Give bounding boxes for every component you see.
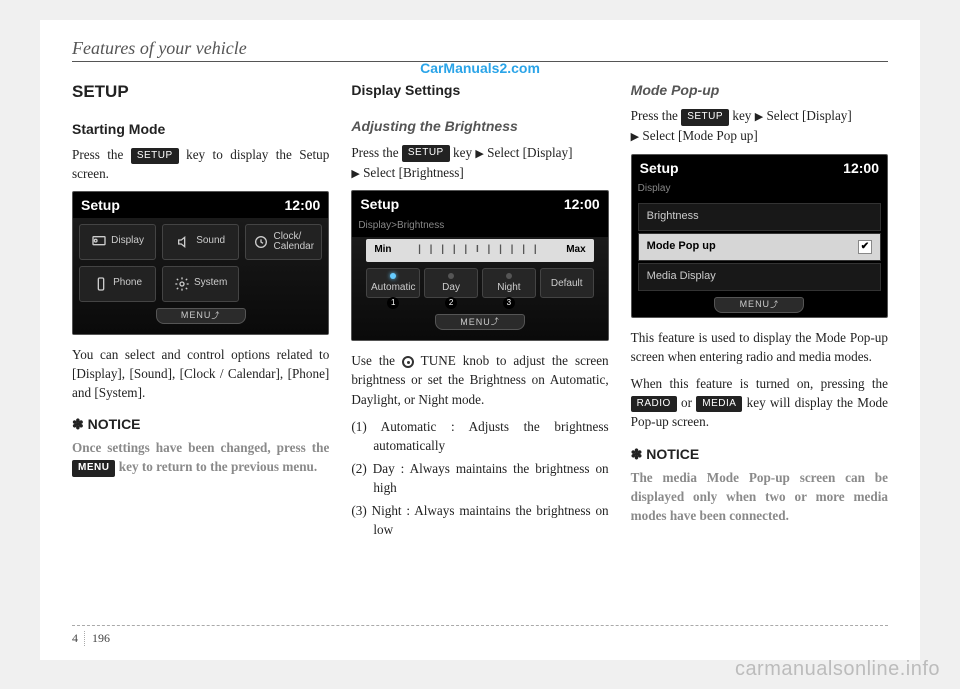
column-3: Mode Pop-up Press the SETUP key ▶ Select… bbox=[631, 74, 888, 544]
para-popup-desc: This feature is used to display the Mode… bbox=[631, 328, 888, 366]
shot3-breadcrumb: Display bbox=[632, 180, 887, 201]
triangle-icon: ▶ bbox=[351, 168, 359, 180]
tile-display[interactable]: Display bbox=[79, 224, 156, 260]
seg-day[interactable]: Day 2 bbox=[424, 268, 478, 299]
para-tune: Use the TUNE knob to adjust the screen b… bbox=[351, 351, 608, 408]
page-header: Features of your vehicle bbox=[72, 38, 888, 59]
phone-icon bbox=[93, 276, 109, 292]
watermark-top: CarManuals2.com bbox=[420, 60, 540, 76]
keycap-radio: RADIO bbox=[631, 396, 677, 413]
notice-body-2: The media Mode Pop-up screen can be disp… bbox=[631, 468, 888, 525]
para-popup-on: When this feature is turned on, pressing… bbox=[631, 374, 888, 432]
callout-2: 2 bbox=[445, 297, 457, 309]
slider-max: Max bbox=[566, 243, 585, 258]
shot3-menu[interactable]: MENU bbox=[714, 297, 804, 313]
screenshot-display-list: Setup 12:00 Display Brightness Mode Pop … bbox=[631, 154, 888, 318]
heading-adjust-brightness: Adjusting the Brightness bbox=[351, 116, 608, 136]
columns: SETUP Starting Mode Press the SETUP key … bbox=[72, 74, 888, 544]
seg-default[interactable]: Default bbox=[540, 268, 594, 299]
sound-icon bbox=[176, 234, 192, 250]
triangle-icon: ▶ bbox=[755, 111, 763, 123]
seg-automatic[interactable]: Automatic 1 bbox=[366, 268, 420, 299]
keycap-setup: SETUP bbox=[131, 148, 179, 165]
shot3-title: Setup bbox=[640, 158, 679, 178]
para-starting-mode: Press the SETUP key to display the Setup… bbox=[72, 145, 329, 183]
screenshot-setup-main: Setup 12:00 Display Sound bbox=[72, 191, 329, 334]
list-item: (1) Automatic : Adjusts the brightness a… bbox=[351, 417, 608, 455]
triangle-icon: ▶ bbox=[631, 131, 639, 143]
row-media-display[interactable]: Media Display bbox=[638, 263, 881, 291]
display-icon bbox=[91, 234, 107, 250]
callout-3: 3 bbox=[503, 297, 515, 309]
tile-system[interactable]: System bbox=[162, 266, 239, 302]
seg-night[interactable]: Night 3 bbox=[482, 268, 536, 299]
heading-mode-popup: Mode Pop-up bbox=[631, 80, 888, 100]
tile-clock[interactable]: Clock/ Calendar bbox=[245, 224, 322, 260]
shot2-breadcrumb: Display>Brightness bbox=[352, 217, 607, 238]
para-options: You can select and control options relat… bbox=[72, 345, 329, 402]
shot1-clock: 12:00 bbox=[285, 195, 321, 215]
column-2: Display Settings Adjusting the Brightnes… bbox=[351, 74, 608, 544]
list-item: (2) Day : Always maintains the brightnes… bbox=[351, 459, 608, 497]
tile-phone[interactable]: Phone bbox=[79, 266, 156, 302]
clock-icon bbox=[253, 234, 269, 250]
triangle-icon: ▶ bbox=[475, 148, 483, 160]
shot3-clock: 12:00 bbox=[843, 158, 879, 178]
keycap-media: MEDIA bbox=[696, 396, 742, 413]
heading-starting-mode: Starting Mode bbox=[72, 119, 329, 139]
shot1-menu[interactable]: MENU bbox=[156, 308, 246, 324]
list-item: (3) Night : Always maintains the brightn… bbox=[351, 501, 608, 539]
page-number: 196 bbox=[92, 631, 110, 645]
shot2-clock: 12:00 bbox=[564, 194, 600, 214]
watermark-bottom: carmanualsonline.info bbox=[735, 658, 940, 681]
gear-icon bbox=[174, 276, 190, 292]
shot1-title: Setup bbox=[81, 195, 120, 215]
row-brightness[interactable]: Brightness bbox=[638, 203, 881, 231]
shot2-title: Setup bbox=[360, 194, 399, 214]
slider-min: Min bbox=[374, 243, 391, 258]
chapter-number: 4 bbox=[72, 631, 85, 646]
notice-body-1: Once settings have been changed, press t… bbox=[72, 438, 329, 476]
screenshot-brightness: Setup 12:00 Display>Brightness Min | | |… bbox=[351, 190, 608, 341]
tile-sound[interactable]: Sound bbox=[162, 224, 239, 260]
para-popup-path: Press the SETUP key ▶ Select [Display] ▶… bbox=[631, 106, 888, 146]
manual-page: Features of your vehicle CarManuals2.com… bbox=[40, 20, 920, 660]
shot2-menu[interactable]: MENU bbox=[435, 314, 525, 330]
callout-1: 1 bbox=[387, 297, 399, 309]
row-mode-popup[interactable]: Mode Pop up ✔ bbox=[638, 233, 881, 261]
brightness-list: (1) Automatic : Adjusts the brightness a… bbox=[351, 417, 608, 540]
heading-setup: SETUP bbox=[72, 80, 329, 105]
keycap-setup-2: SETUP bbox=[402, 145, 450, 162]
brightness-slider[interactable]: Min | | | | | I | | | | | Max bbox=[366, 239, 593, 262]
footer-page-number: 4 196 bbox=[72, 631, 110, 646]
column-1: SETUP Starting Mode Press the SETUP key … bbox=[72, 74, 329, 544]
keycap-setup-3: SETUP bbox=[681, 109, 729, 126]
footer-rule bbox=[72, 625, 888, 626]
checkbox-checked-icon: ✔ bbox=[858, 240, 872, 254]
heading-display-settings: Display Settings bbox=[351, 80, 608, 100]
notice-heading-1: NOTICE bbox=[72, 414, 329, 434]
notice-heading-2: NOTICE bbox=[631, 444, 888, 464]
para-brightness-path: Press the SETUP key ▶ Select [Display] ▶… bbox=[351, 143, 608, 183]
keycap-menu: MENU bbox=[72, 460, 115, 477]
slider-ticks: | | | | | I | | | | | bbox=[398, 243, 561, 258]
tune-knob-icon bbox=[402, 356, 414, 368]
